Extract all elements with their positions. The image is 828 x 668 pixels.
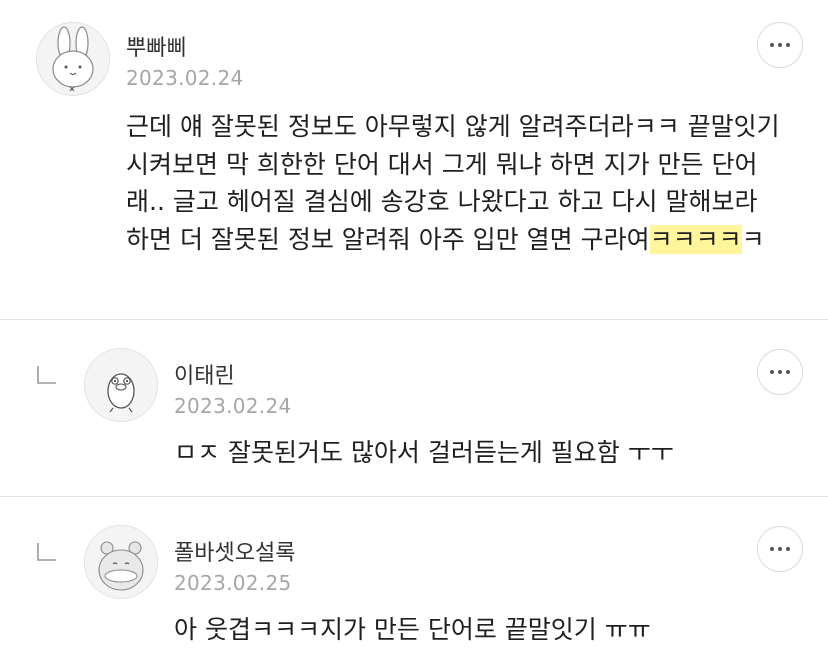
comment-author[interactable]: 이태린 bbox=[174, 358, 235, 390]
comment-date: 2023.02.24 bbox=[174, 394, 292, 418]
comment: 뿌빠삐 2023.02.24 근데 얘 잘못된 정보도 아무렇지 않게 알려주더… bbox=[0, 0, 828, 319]
bear-avatar-icon[interactable] bbox=[84, 525, 158, 599]
more-options-button[interactable] bbox=[757, 22, 803, 68]
more-options-button[interactable] bbox=[757, 526, 803, 572]
comment-body: 근데 얘 잘못된 정보도 아무렇지 않게 알려주더라ㅋㅋ 끝말잇기 시켜보면 막… bbox=[126, 108, 788, 258]
reply-comment: 폴바셋오설록 2023.02.25 아 웃겹ㅋㅋㅋ지가 만든 단어로 끝말잇기 … bbox=[0, 497, 828, 668]
reply-arrow-icon bbox=[36, 364, 58, 386]
comment-text-end: ㅋ bbox=[741, 224, 765, 254]
comment-author[interactable]: 뿌빠삐 bbox=[126, 30, 187, 62]
comment-date: 2023.02.25 bbox=[174, 571, 292, 595]
comment-author[interactable]: 폴바셋오설록 bbox=[174, 535, 295, 567]
comment-body: 아 웃겹ㅋㅋㅋ지가 만든 단어로 끝말잇기 ㅠㅠ bbox=[174, 615, 651, 644]
reply-comment: 이태린 2023.02.24 ㅁㅈ 잘못된거도 많아서 걸러듣는게 필요함 ㅜㅜ bbox=[0, 320, 828, 496]
reply-arrow-icon bbox=[36, 541, 58, 563]
comment-date: 2023.02.24 bbox=[126, 66, 244, 90]
more-options-icon bbox=[770, 370, 790, 374]
highlighted-text: ㅋㅋㅋㅋ bbox=[649, 224, 742, 254]
bird-avatar-icon[interactable] bbox=[84, 348, 158, 422]
rabbit-avatar-icon[interactable] bbox=[36, 22, 110, 96]
more-options-button[interactable] bbox=[757, 349, 803, 395]
more-options-icon bbox=[770, 43, 790, 47]
more-options-icon bbox=[770, 547, 790, 551]
comment-body: ㅁㅈ 잘못된거도 많아서 걸러듣는게 필요함 ㅜㅜ bbox=[174, 438, 674, 467]
